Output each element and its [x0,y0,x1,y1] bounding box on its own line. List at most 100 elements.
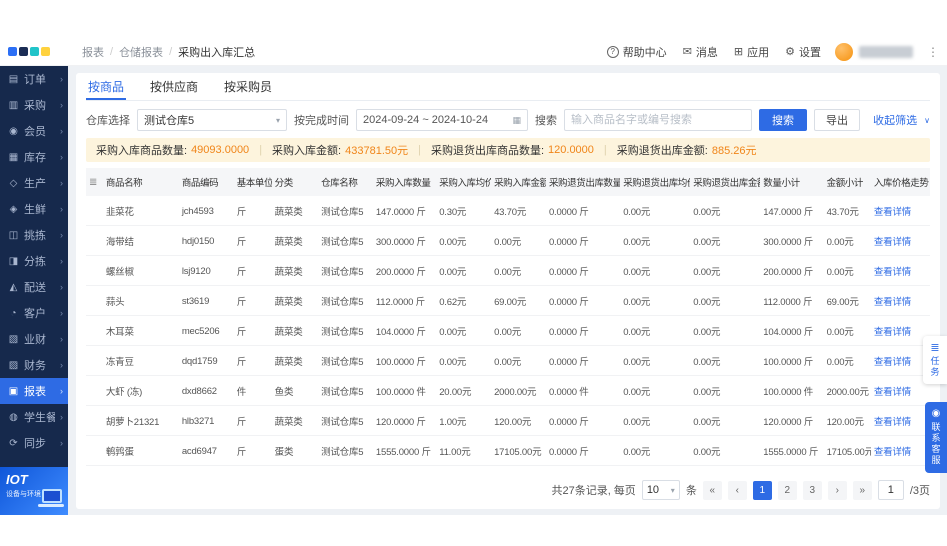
breadcrumb-link[interactable]: 仓储报表 [119,44,163,60]
table-cell: 蔬菜类 [272,256,318,286]
sidebar-item-8[interactable]: ◭配送› [0,274,68,300]
table-row: 鹌鹑蛋acd6947斤蛋类测试仓库51555.0000 斤11.00元17105… [86,436,930,466]
sidebar-item-12[interactable]: ▣报表› [0,378,68,404]
last-page-button[interactable]: » [853,481,872,500]
sidebar-item-9[interactable]: ◔客户› [0,300,68,326]
export-button[interactable]: 导出 [814,109,860,131]
main-content: 按商品按供应商按采购员 仓库选择 测试仓库5 ▾ 按完成时间 2024-09-2… [68,66,947,515]
topbar-action-settings[interactable]: ⚙设置 [785,44,821,60]
sidebar-item-4[interactable]: ◇生产› [0,170,68,196]
sidebar-item-icon: ◈ [8,204,19,215]
tab-1[interactable]: 按供应商 [148,73,200,100]
support-float-button[interactable]: ◉ 联系客服 [925,402,947,473]
table-cell: 0.62元 [436,286,491,316]
page-button-3[interactable]: 3 [803,481,822,500]
summary-bar: 采购入库商品数量:49093.0000|采购入库金额:433781.50元|采购… [86,138,930,162]
table-cell: 螺丝椒 [103,256,179,286]
sidebar-item-2[interactable]: ◉会员› [0,118,68,144]
table-cell: 0.00元 [824,226,871,256]
detail-cell: 查看详情 [871,286,930,316]
sidebar-item-3[interactable]: ▦库存› [0,144,68,170]
view-details-link[interactable]: 查看详情 [874,447,911,458]
page-jump-input[interactable] [878,480,904,500]
chevron-right-icon: › [60,152,63,162]
topbar-action-help[interactable]: ?帮助中心 [607,44,667,60]
table-cell: 200.0000 斤 [373,256,436,286]
search-button[interactable]: 搜索 [759,109,807,131]
sidebar-item-label: 配送 [24,279,55,295]
table-cell: 0.00元 [690,436,760,466]
sidebar-item-13[interactable]: ◍学生餐› [0,404,68,430]
page-button-2[interactable]: 2 [778,481,797,500]
task-float-button[interactable]: ≣ 任务 [923,336,947,384]
table-cell: 100.0000 斤 [373,346,436,376]
support-label: 联系客服 [930,422,943,466]
warehouse-select[interactable]: 测试仓库5 ▾ [137,109,287,131]
iot-widget[interactable]: IOT 设备与环境 [0,467,68,515]
date-range-picker[interactable]: 2024-09-24 ~ 2024-10-24 ▦ [356,109,528,131]
tab-2[interactable]: 按采购员 [222,73,274,100]
sidebar-nav: ▤订单›▥采购›◉会员›▦库存›◇生产›◈生鲜›◫挑拣›◨分拣›◭配送›◔客户›… [0,66,68,456]
row-icon-cell [86,436,103,466]
avatar[interactable] [835,43,853,61]
chevron-right-icon: › [60,438,63,448]
summary-value: 433781.50元 [345,142,408,158]
search-input[interactable] [564,109,752,131]
headset-icon: ◉ [932,408,941,419]
view-details-link[interactable]: 查看详情 [874,207,911,218]
sidebar-item-7[interactable]: ◨分拣› [0,248,68,274]
table-cell: hdj0150 [179,226,234,256]
topbar-action-message[interactable]: ✉消息 [683,44,718,60]
sidebar-item-label: 挑拣 [24,227,55,243]
view-details-link[interactable]: 查看详情 [874,387,911,398]
topbar-action-apps[interactable]: ⊞应用 [734,44,769,60]
sidebar-item-10[interactable]: ▧业财› [0,326,68,352]
column-settings-icon[interactable]: ≣ [89,177,97,188]
page-button-1[interactable]: 1 [753,481,772,500]
collapse-filter-link[interactable]: 收起筛选 ∨ [873,112,930,128]
column-header: 采购退货出库金额 [690,168,760,196]
iot-title: IOT [6,472,62,487]
sidebar-item-icon: ◉ [8,126,19,137]
task-label: 任务 [929,356,942,378]
sidebar-item-0[interactable]: ▤订单› [0,66,68,92]
row-icon-cell [86,406,103,436]
sidebar-item-1[interactable]: ▥采购› [0,92,68,118]
table-cell: st3619 [179,286,234,316]
first-page-button[interactable]: « [703,481,722,500]
more-menu-icon[interactable]: ⋮ [927,45,939,59]
tab-0[interactable]: 按商品 [86,73,126,100]
page-size-select[interactable]: 10 ▾ [642,480,680,500]
breadcrumb-link[interactable]: 报表 [82,44,104,60]
pagination: 共27条记录, 每页 10 ▾ 条 « ‹ 123 › » /3页 [86,471,930,509]
chevron-right-icon: › [60,126,63,136]
breadcrumb-current: 采购出入库汇总 [178,44,255,60]
view-details-link[interactable]: 查看详情 [874,357,911,368]
sidebar-item-5[interactable]: ◈生鲜› [0,196,68,222]
chevron-right-icon: › [60,100,63,110]
sidebar-item-14[interactable]: ⟳同步› [0,430,68,456]
table-cell: 件 [234,376,272,406]
table-cell: 蔬菜类 [272,346,318,376]
next-page-button[interactable]: › [828,481,847,500]
table-cell: 1555.0000 斤 [373,436,436,466]
prev-page-button[interactable]: ‹ [728,481,747,500]
view-details-link[interactable]: 查看详情 [874,297,911,308]
table-cell: 69.00元 [491,286,546,316]
table-cell: 0.00元 [436,346,491,376]
view-details-link[interactable]: 查看详情 [874,237,911,248]
table-cell: 木耳菜 [103,316,179,346]
table-row: 韭菜花jch4593斤蔬菜类测试仓库5147.0000 斤0.30元43.70元… [86,196,930,226]
detail-cell: 查看详情 [871,196,930,226]
column-header: 入库价格走势 [871,168,930,196]
sidebar-item-11[interactable]: ▨财务› [0,352,68,378]
view-details-link[interactable]: 查看详情 [874,417,911,428]
view-details-link[interactable]: 查看详情 [874,267,911,278]
sidebar-item-label: 业财 [24,331,55,347]
sidebar-item-6[interactable]: ◫挑拣› [0,222,68,248]
chevron-right-icon: › [60,412,63,422]
sidebar-item-icon: ◍ [8,412,19,423]
topbar-action-label: 帮助中心 [623,44,667,60]
view-details-link[interactable]: 查看详情 [874,327,911,338]
table-cell: 100.0000 斤 [760,346,823,376]
